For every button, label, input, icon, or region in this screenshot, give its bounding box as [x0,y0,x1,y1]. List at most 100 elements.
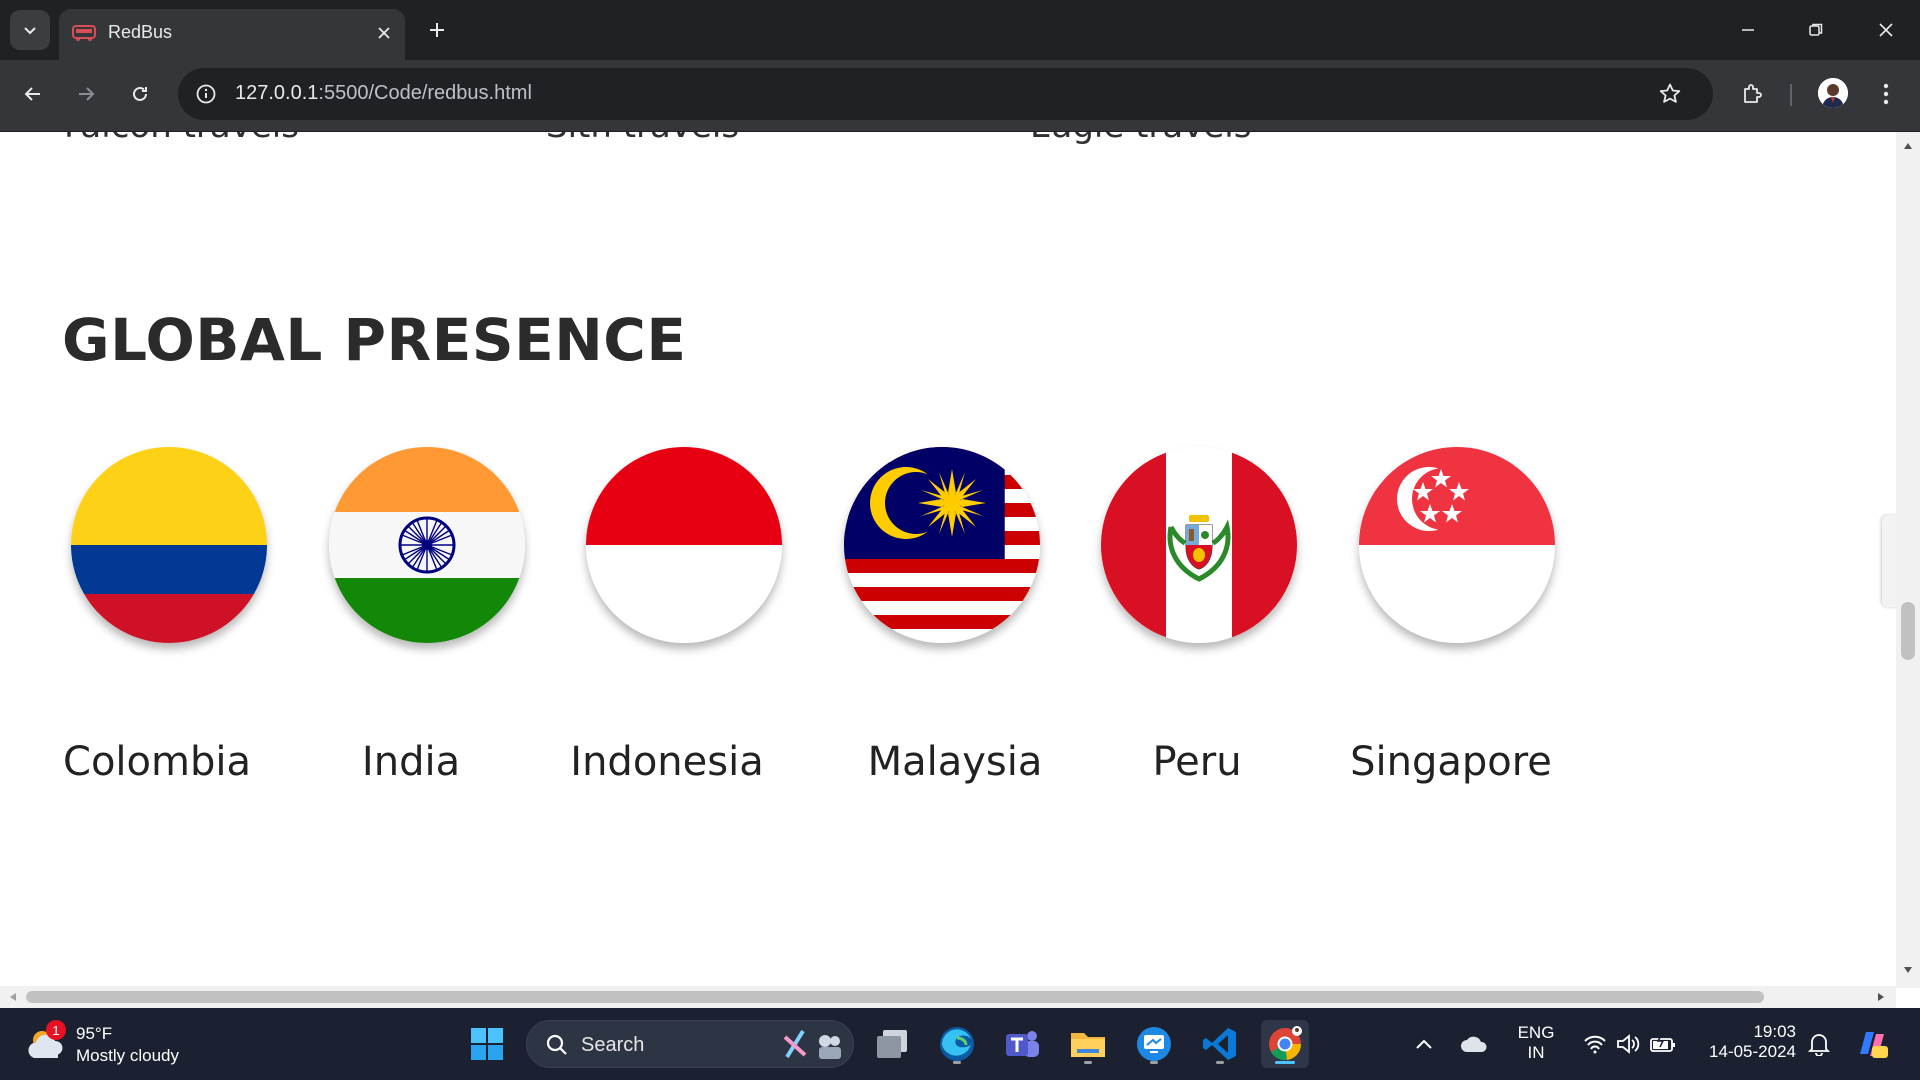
task-view-icon [877,1030,907,1058]
minimize-button[interactable] [1720,8,1776,52]
scroll-down-button[interactable] [1896,960,1920,980]
browser-toolbar: 127.0.0.1:5500/Code/redbus.html [0,60,1920,132]
new-tab-button[interactable] [420,13,454,47]
language-code: ENG [1517,1023,1555,1042]
peru-flag-icon[interactable] [1101,447,1297,643]
country-name: Malaysia [867,739,1043,785]
scroll-up-button[interactable] [1896,136,1920,156]
chrome-taskbar-button[interactable] [1261,1020,1309,1068]
horizontal-scroll-thumb[interactable] [26,991,1764,1003]
running-indicator [1150,1061,1158,1064]
active-tab[interactable]: RedBus [59,9,405,60]
back-button[interactable] [13,74,53,114]
profile-avatar[interactable] [1818,78,1848,108]
speaker-icon [1617,1034,1640,1054]
country-name: India [361,739,461,785]
chevron-down-icon [24,27,36,35]
cloud-icon [1461,1036,1487,1052]
address-bar[interactable]: 127.0.0.1:5500/Code/redbus.html [178,68,1713,120]
folder-icon [1071,1033,1105,1057]
bookmark-button[interactable] [1655,79,1685,109]
site-info-button[interactable] [188,76,224,112]
extensions-button[interactable] [1733,74,1773,114]
triangle-right-icon [1878,993,1884,1001]
scroll-right-button[interactable] [1872,988,1890,1006]
horizontal-scrollbar[interactable] [0,986,1896,1008]
partner-name: Eagle travels [1030,132,1251,146]
remote-desktop-taskbar-button[interactable] [1130,1020,1178,1068]
search-placeholder: Search [581,1034,645,1056]
teams-icon [1006,1031,1039,1057]
puzzle-icon [1744,84,1762,103]
region-code: IN [1527,1043,1545,1062]
start-button[interactable] [463,1020,511,1068]
wifi-button[interactable] [1576,1020,1614,1068]
star-icon [1659,83,1681,103]
restore-button[interactable] [1788,8,1844,52]
onedrive-button[interactable] [1454,1020,1494,1068]
malaysia-flag-icon[interactable] [844,447,1040,643]
avatar-icon [1818,78,1848,108]
page-viewport: Falcon travels Sith travels Eagle travel… [0,132,1920,1008]
country-name: Indonesia [570,739,764,785]
india-flag-icon[interactable] [329,447,525,643]
toolbar-divider [1790,84,1792,106]
task-view-button[interactable] [868,1020,916,1068]
file-explorer-taskbar-button[interactable] [1064,1020,1112,1068]
show-hidden-icons-button[interactable] [1406,1020,1442,1068]
remote-desktop-icon [1137,1027,1171,1061]
singapore-flag-icon[interactable] [1359,447,1555,643]
redbus-favicon-icon [72,25,96,41]
weather-widget[interactable]: 1 95°F Mostly cloudy [24,1018,204,1070]
battery-button[interactable] [1644,1020,1682,1068]
chrome-icon [1269,1026,1302,1061]
arrow-left-icon [24,87,40,101]
bell-icon [1808,1034,1830,1056]
volume-button[interactable] [1610,1020,1648,1068]
colombia-flag-icon[interactable] [71,447,267,643]
url-text[interactable]: 127.0.0.1:5500/Code/redbus.html [235,82,532,105]
windows-logo-icon [471,1028,503,1060]
reload-button[interactable] [120,74,160,114]
minimize-icon [1742,29,1754,31]
notifications-button[interactable] [1800,1020,1838,1068]
scroll-left-button[interactable] [4,988,22,1006]
vertical-scroll-thumb[interactable] [1901,602,1915,660]
windows-taskbar: 1 95°F Mostly cloudy Search ENG IN 19:03… [0,1008,1920,1080]
active-indicator [1275,1061,1295,1064]
edge-taskbar-button[interactable] [933,1020,981,1068]
language-indicator[interactable]: ENG IN [1512,1023,1560,1063]
tab-title: RedBus [108,22,173,42]
copilot-icon [1860,1032,1888,1058]
vscode-icon [1203,1028,1236,1060]
plus-icon [430,23,444,37]
edge-icon [940,1027,974,1061]
indonesia-flag-icon[interactable] [586,447,782,643]
more-vertical-icon [1883,83,1889,105]
taskbar-search-box[interactable]: Search [526,1020,854,1068]
partner-name: Falcon travels [64,132,299,146]
country-name: Singapore [1350,739,1552,785]
reload-icon [133,86,147,101]
clock-time: 19:03 [1753,1022,1796,1041]
tab-search-button[interactable] [10,10,50,50]
triangle-left-icon [10,993,16,1001]
forward-button[interactable] [66,74,106,114]
teams-taskbar-button[interactable] [998,1020,1046,1068]
tab-close-button[interactable] [371,20,397,46]
close-window-button[interactable] [1858,8,1914,52]
clock[interactable]: 19:03 14-05-2024 [1696,1022,1796,1062]
copilot-button[interactable] [1850,1020,1894,1068]
vscode-taskbar-button[interactable] [1196,1020,1244,1068]
battery-charging-icon [1650,1034,1675,1052]
weather-description: Mostly cloudy [76,1046,179,1065]
clock-date: 14-05-2024 [1709,1042,1796,1061]
vertical-scrollbar[interactable] [1896,132,1920,988]
menu-button[interactable] [1866,74,1906,114]
section-title: GLOBAL PRESENCE [62,306,687,374]
chevron-up-icon [1416,1039,1432,1049]
close-icon [378,27,390,39]
triangle-down-icon [1904,967,1912,973]
arrow-right-icon [79,87,95,101]
close-icon [1879,23,1893,37]
